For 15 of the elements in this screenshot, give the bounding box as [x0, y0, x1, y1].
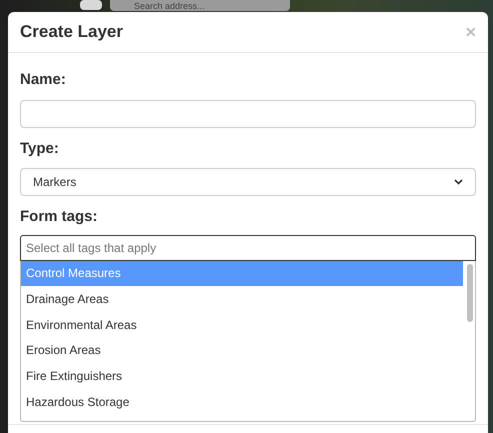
form-tags-label: Form tags:: [20, 207, 99, 227]
dialog-title: Create Layer: [20, 21, 124, 44]
chevron-down-icon: [454, 179, 463, 185]
tags-field[interactable]: Select all tags that apply: [20, 234, 476, 260]
type-label: Type:: [20, 138, 60, 158]
tag-option[interactable]: Erosion Areas: [21, 338, 463, 364]
scrollbar-thumb[interactable]: [467, 264, 473, 322]
name-field[interactable]: [20, 100, 476, 128]
tag-option[interactable]: Fire Extinguishers: [21, 363, 463, 389]
tag-option[interactable]: Drainage Areas: [21, 286, 463, 312]
tag-option[interactable]: Environmental Areas: [21, 312, 463, 338]
tag-option[interactable]: Hazardous Storage: [21, 388, 463, 415]
search-field[interactable]: Search address...: [110, 0, 290, 11]
name-label: Name:: [20, 70, 67, 90]
type-select[interactable]: Markers: [20, 168, 476, 196]
